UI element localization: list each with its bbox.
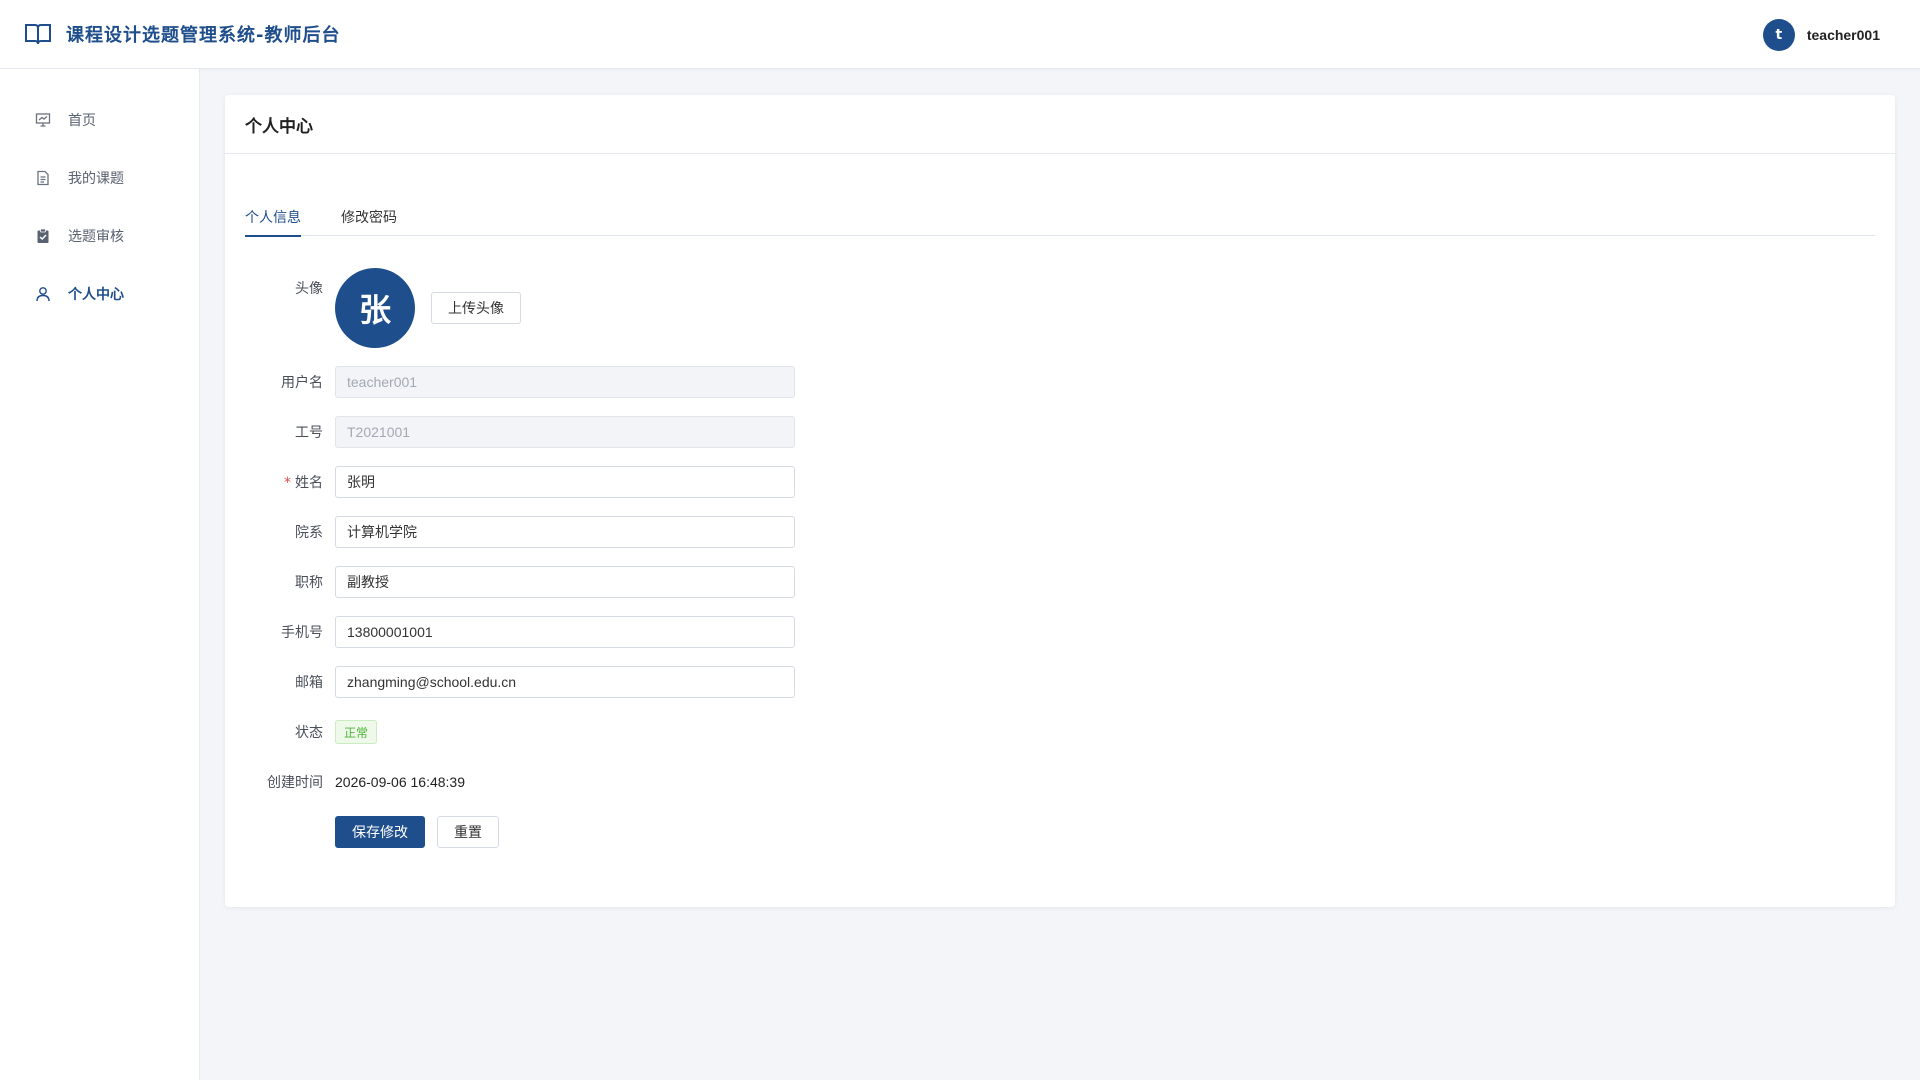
status-badge: 正常 <box>335 720 378 744</box>
department-row: 院系 <box>225 516 795 548</box>
avatar-label: 头像 <box>295 281 323 297</box>
sidebar-item-label: 个人中心 <box>68 287 124 303</box>
department-label: 院系 <box>295 525 323 541</box>
sidebar: 首页 我的课题 选题审核 个人中心 <box>0 69 200 1080</box>
tab-change-password[interactable]: 修改密码 <box>341 197 397 236</box>
email-field[interactable] <box>335 666 795 698</box>
card-header: 个人中心 <box>225 95 1895 154</box>
username-row: 用户名 <box>225 366 795 398</box>
created-at-label: 创建时间 <box>267 775 323 791</box>
employee-id-label: 工号 <box>295 425 323 441</box>
profile-card: 个人中心 个人信息 修改密码 头像 张 上传头像 用户名 工号 *姓名 院系 <box>225 95 1895 907</box>
name-row: * 姓名 <box>225 466 795 498</box>
job-title-label: 职称 <box>295 575 323 591</box>
page-title: 个人中心 <box>245 116 313 137</box>
sidebar-item-label: 我的课题 <box>68 171 124 187</box>
sidebar-item-my-topics[interactable]: 我的课题 <box>0 149 199 207</box>
name-label: 姓名 <box>295 475 323 491</box>
employee-id-field <box>335 416 795 448</box>
clipboard-check-icon <box>34 227 52 245</box>
app-title: 课程设计选题管理系统-教师后台 <box>66 25 341 46</box>
username-label: 用户名 <box>281 375 323 391</box>
top-header: 课程设计选题管理系统-教师后台 t teacher001 <box>0 0 1920 69</box>
tab-bar: 个人信息 修改密码 <box>245 197 1875 237</box>
form-actions: 保存修改 重置 <box>225 816 499 848</box>
phone-label: 手机号 <box>281 625 323 641</box>
sidebar-item-home[interactable]: 首页 <box>0 91 199 149</box>
user-menu[interactable]: t teacher001 <box>1762 0 1880 69</box>
job-title-row: 职称 <box>225 566 795 598</box>
employee-id-row: 工号 <box>225 416 795 448</box>
avatar-row: 头像 张 上传头像 <box>225 268 521 348</box>
email-label: 邮箱 <box>295 675 323 691</box>
document-icon <box>34 169 52 187</box>
user-name[interactable]: teacher001 <box>1807 27 1880 43</box>
required-mark: * <box>284 475 291 491</box>
name-label-wrap: * 姓名 <box>225 472 335 492</box>
status-label: 状态 <box>295 725 323 741</box>
job-title-field[interactable] <box>335 566 795 598</box>
save-button[interactable]: 保存修改 <box>335 816 425 848</box>
profile-avatar: 张 <box>335 268 415 348</box>
brand: 课程设计选题管理系统-教师后台 <box>24 20 340 48</box>
created-at-value: 2026-09-06 16:48:39 <box>335 774 465 790</box>
sidebar-item-label: 选题审核 <box>68 229 124 245</box>
department-field[interactable] <box>335 516 795 548</box>
sidebar-item-profile[interactable]: 个人中心 <box>0 265 199 323</box>
email-row: 邮箱 <box>225 666 795 698</box>
tab-personal-info[interactable]: 个人信息 <box>245 197 301 237</box>
presentation-icon <box>34 111 52 129</box>
upload-avatar-button[interactable]: 上传头像 <box>431 292 521 324</box>
phone-row: 手机号 <box>225 616 795 648</box>
sidebar-item-label: 首页 <box>68 113 96 129</box>
username-field <box>335 366 795 398</box>
user-icon <box>34 285 52 303</box>
user-avatar[interactable]: t <box>1762 18 1795 51</box>
status-row: 状态 正常 <box>225 716 378 748</box>
name-field[interactable] <box>335 466 795 498</box>
reset-button[interactable]: 重置 <box>437 816 499 848</box>
created-at-row: 创建时间 2026-09-06 16:48:39 <box>225 766 465 798</box>
book-open-icon <box>24 20 52 48</box>
phone-field[interactable] <box>335 616 795 648</box>
sidebar-item-topic-review[interactable]: 选题审核 <box>0 207 199 265</box>
